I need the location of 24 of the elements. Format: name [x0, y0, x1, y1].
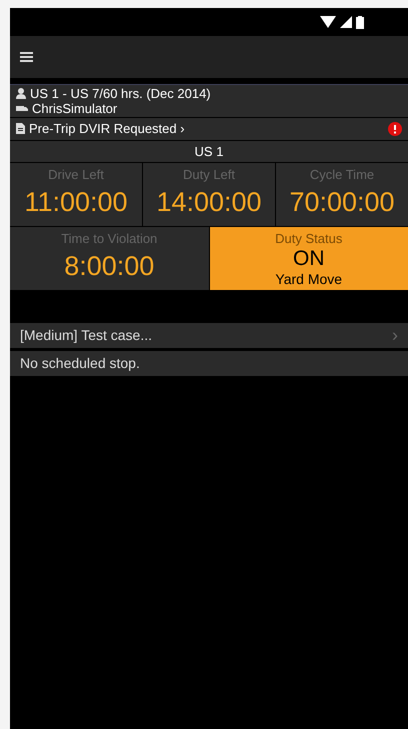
tile-label: Drive Left	[47, 166, 105, 184]
message-row[interactable]: [Medium] Test case...	[20, 324, 152, 346]
chevron-icon: ›	[392, 322, 398, 348]
wifi-icon	[320, 16, 336, 28]
tile-value: ON	[292, 248, 326, 270]
tile-label: Cycle Time	[308, 166, 376, 184]
ruleset-title: US 1	[10, 140, 408, 162]
person-icon	[16, 88, 26, 99]
document-icon	[16, 123, 25, 134]
truck-icon	[16, 105, 28, 112]
tile-value: 11:00:00	[23, 186, 129, 218]
tile-value: 14:00:00	[155, 186, 263, 218]
ruleset-text: US 1 - US 7/60 hrs. (Dec 2014)	[30, 86, 211, 101]
tile-subvalue: Yard Move	[274, 270, 344, 288]
tile-label: Duty Status	[274, 230, 344, 248]
tile-value: 70:00:00	[288, 186, 396, 218]
vehicle-name: ChrisSimulator	[32, 101, 118, 116]
tile-value: 8:00:00	[63, 250, 156, 282]
battery-icon	[356, 16, 364, 28]
tile-label: Duty Left	[182, 166, 236, 184]
menu-icon[interactable]	[20, 52, 33, 62]
stop-text: No scheduled stop.	[20, 354, 140, 373]
signal-icon	[340, 16, 352, 28]
tile-label: Time to Violation	[60, 230, 158, 248]
